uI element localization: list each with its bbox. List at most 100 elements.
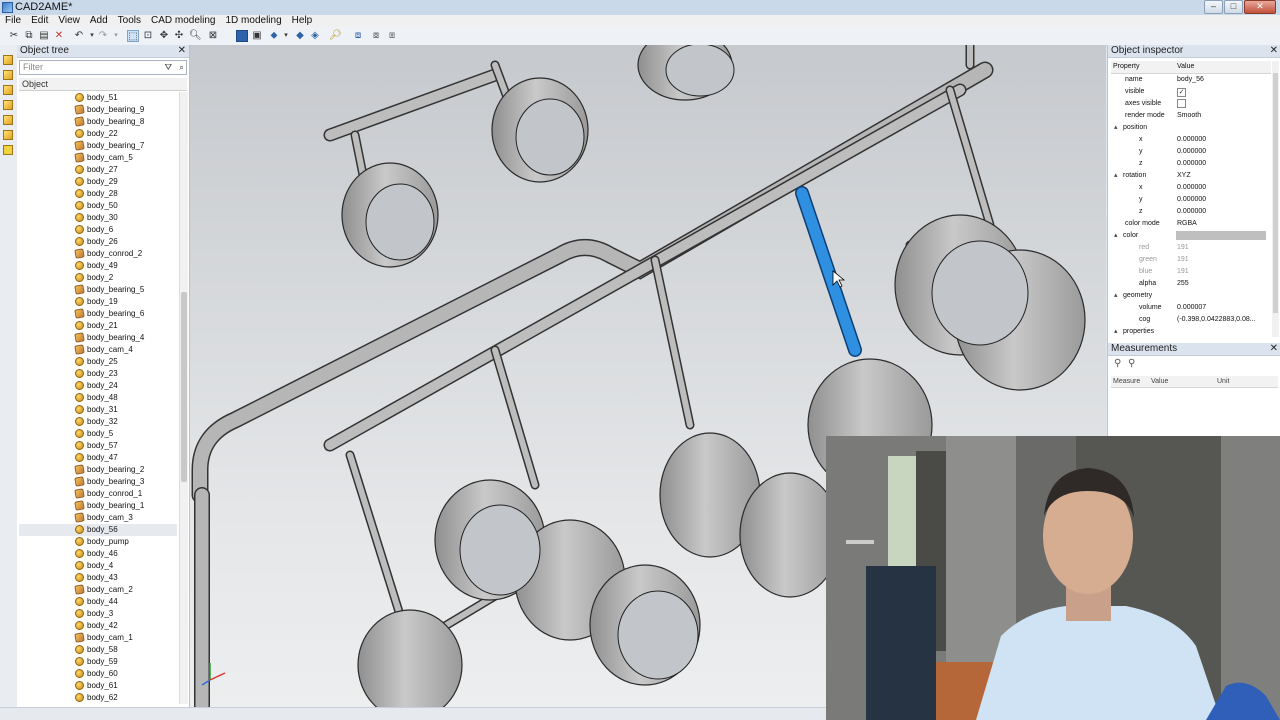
add-pump-icon[interactable] <box>3 145 13 155</box>
tree-scrollbar[interactable] <box>179 92 188 704</box>
measure-tool-icon[interactable]: 🔎︎ <box>329 30 342 42</box>
property-row[interactable]: name body_56 <box>1111 74 1271 86</box>
tree-item[interactable]: body_19 <box>19 296 177 308</box>
tree-item[interactable]: body_cam_3 <box>19 512 177 524</box>
copy-icon[interactable]: ⧉ <box>23 30 35 42</box>
property-value[interactable]: XYZ <box>1177 170 1191 182</box>
layers-icon[interactable]: ◆ <box>294 30 306 42</box>
property-row[interactable]: visible ✓ <box>1111 86 1271 98</box>
tree-item[interactable]: body_47 <box>19 452 177 464</box>
add-cam-icon[interactable] <box>3 115 13 125</box>
inspector-scrollbar[interactable] <box>1272 61 1279 337</box>
tree-item[interactable]: body_25 <box>19 356 177 368</box>
close-icon[interactable]: ✕ <box>1270 343 1278 355</box>
tree-item[interactable]: body_cam_5 <box>19 152 177 164</box>
rotate-view-icon[interactable]: ✥ <box>158 30 170 42</box>
expand-caret-icon[interactable]: ▴ <box>1114 290 1118 302</box>
tree-item[interactable]: body_2 <box>19 272 177 284</box>
undo-icon[interactable]: ↶ <box>73 30 85 42</box>
property-table[interactable]: Property Value name body_56 visible ✓ axes v… <box>1111 61 1271 338</box>
tree-item[interactable]: body_29 <box>19 176 177 188</box>
property-value[interactable]: RGBA <box>1177 218 1197 230</box>
inspector-scroll-thumb[interactable] <box>1273 73 1278 313</box>
tree-item[interactable]: body_42 <box>19 620 177 632</box>
tree-item[interactable]: body_bearing_7 <box>19 140 177 152</box>
filter-input[interactable]: Filter ⛛ ⌕ <box>19 60 187 75</box>
property-row[interactable]: ▴ rotation XYZ <box>1111 170 1271 182</box>
property-value[interactable]: (-0.398,0.0422883,0.08... <box>1177 314 1256 326</box>
tree-item[interactable]: body_bearing_4 <box>19 332 177 344</box>
property-row[interactable]: green 191 <box>1111 254 1271 266</box>
tree-item[interactable]: body_43 <box>19 572 177 584</box>
pan-view-icon[interactable]: ✣ <box>173 30 185 42</box>
property-row[interactable]: blue 191 <box>1111 266 1271 278</box>
property-value[interactable]: 0.000000 <box>1177 194 1206 206</box>
tree-item[interactable]: body_bearing_2 <box>19 464 177 476</box>
close-button[interactable]: ✕ <box>1244 0 1276 14</box>
checkbox[interactable]: ✓ <box>1177 88 1186 97</box>
tree-item[interactable]: body_conrod_2 <box>19 248 177 260</box>
property-row[interactable]: color mode RGBA <box>1111 218 1271 230</box>
property-row[interactable]: render mode Smooth <box>1111 110 1271 122</box>
property-value[interactable]: body_56 <box>1177 74 1204 86</box>
select-mode-icon[interactable]: ⬚ <box>127 30 139 42</box>
redo-icon[interactable]: ↷ <box>97 30 109 42</box>
object-tree-list[interactable]: body_51 body_bearing_9 body_bearing_8 body_… <box>19 92 177 704</box>
menu-file[interactable]: File <box>0 15 26 27</box>
property-value[interactable]: 0.000007 <box>1177 302 1206 314</box>
box-select-icon[interactable]: ⊡ <box>142 30 154 42</box>
tree-item[interactable]: body_51 <box>19 92 177 104</box>
property-row[interactable]: ▴ geometry <box>1111 290 1271 302</box>
tree-item[interactable]: body_bearing_3 <box>19 476 177 488</box>
property-value[interactable]: 0.000000 <box>1177 146 1206 158</box>
cut-icon[interactable]: ✂ <box>8 30 20 42</box>
menu-add[interactable]: Add <box>85 15 113 27</box>
maximize-button[interactable]: □ <box>1224 0 1243 14</box>
tree-item[interactable]: body_50 <box>19 200 177 212</box>
search-icon[interactable]: ⌕ <box>179 61 184 73</box>
add-part-icon[interactable] <box>3 70 13 80</box>
tree-item[interactable]: body_62 <box>19 692 177 704</box>
tree-item[interactable]: body_3 <box>19 608 177 620</box>
tree-item[interactable]: body_bearing_8 <box>19 116 177 128</box>
add-assembly-icon[interactable] <box>3 85 13 95</box>
tree-item[interactable]: body_bearing_5 <box>19 284 177 296</box>
tree-scroll-thumb[interactable] <box>181 292 187 482</box>
tree-item[interactable]: body_pump <box>19 536 177 548</box>
add-measure-icon[interactable]: ⚲ <box>1114 358 1121 369</box>
add-joint-icon[interactable] <box>3 100 13 110</box>
property-value[interactable]: 0.000000 <box>1177 158 1206 170</box>
property-row[interactable]: ▴ color <box>1111 230 1271 242</box>
property-row[interactable]: x 0.000000 <box>1111 134 1271 146</box>
tree-item[interactable]: body_61 <box>19 680 177 692</box>
property-value[interactable]: Smooth <box>1177 110 1201 122</box>
tree-item[interactable]: body_23 <box>19 368 177 380</box>
checkbox[interactable] <box>1177 99 1186 108</box>
close-icon[interactable]: ✕ <box>1270 45 1278 57</box>
tree-item[interactable]: body_cam_1 <box>19 632 177 644</box>
tree-item[interactable]: body_26 <box>19 236 177 248</box>
solid-view-icon[interactable]: ◈ <box>309 30 321 42</box>
property-value[interactable]: 191 <box>1177 254 1189 266</box>
tree-item[interactable]: body_bearing_9 <box>19 104 177 116</box>
view-axes-icon[interactable]: ⬥ <box>268 30 280 42</box>
tree-item[interactable]: body_46 <box>19 548 177 560</box>
menu-edit[interactable]: Edit <box>26 15 53 27</box>
property-value[interactable]: 255 <box>1177 278 1189 290</box>
tree-item[interactable]: body_48 <box>19 392 177 404</box>
tree-item[interactable]: body_24 <box>19 380 177 392</box>
property-row[interactable]: alpha 255 <box>1111 278 1271 290</box>
property-value[interactable]: 0.000000 <box>1177 134 1206 146</box>
expand-caret-icon[interactable]: ▴ <box>1114 170 1118 182</box>
remove-measure-icon[interactable]: ⚲ <box>1128 358 1135 369</box>
tree-item[interactable]: body_21 <box>19 320 177 332</box>
delete-icon[interactable]: ✕ <box>53 30 65 42</box>
expand-caret-icon[interactable]: ▴ <box>1114 230 1118 242</box>
property-row[interactable]: y 0.000000 <box>1111 146 1271 158</box>
menu-tools[interactable]: Tools <box>113 15 146 27</box>
menu-cad-modeling[interactable]: CAD modeling <box>146 15 220 27</box>
menu-help[interactable]: Help <box>287 15 318 27</box>
property-row[interactable]: ▴ position <box>1111 122 1271 134</box>
tree-item[interactable]: body_27 <box>19 164 177 176</box>
tree-item[interactable]: body_28 <box>19 188 177 200</box>
